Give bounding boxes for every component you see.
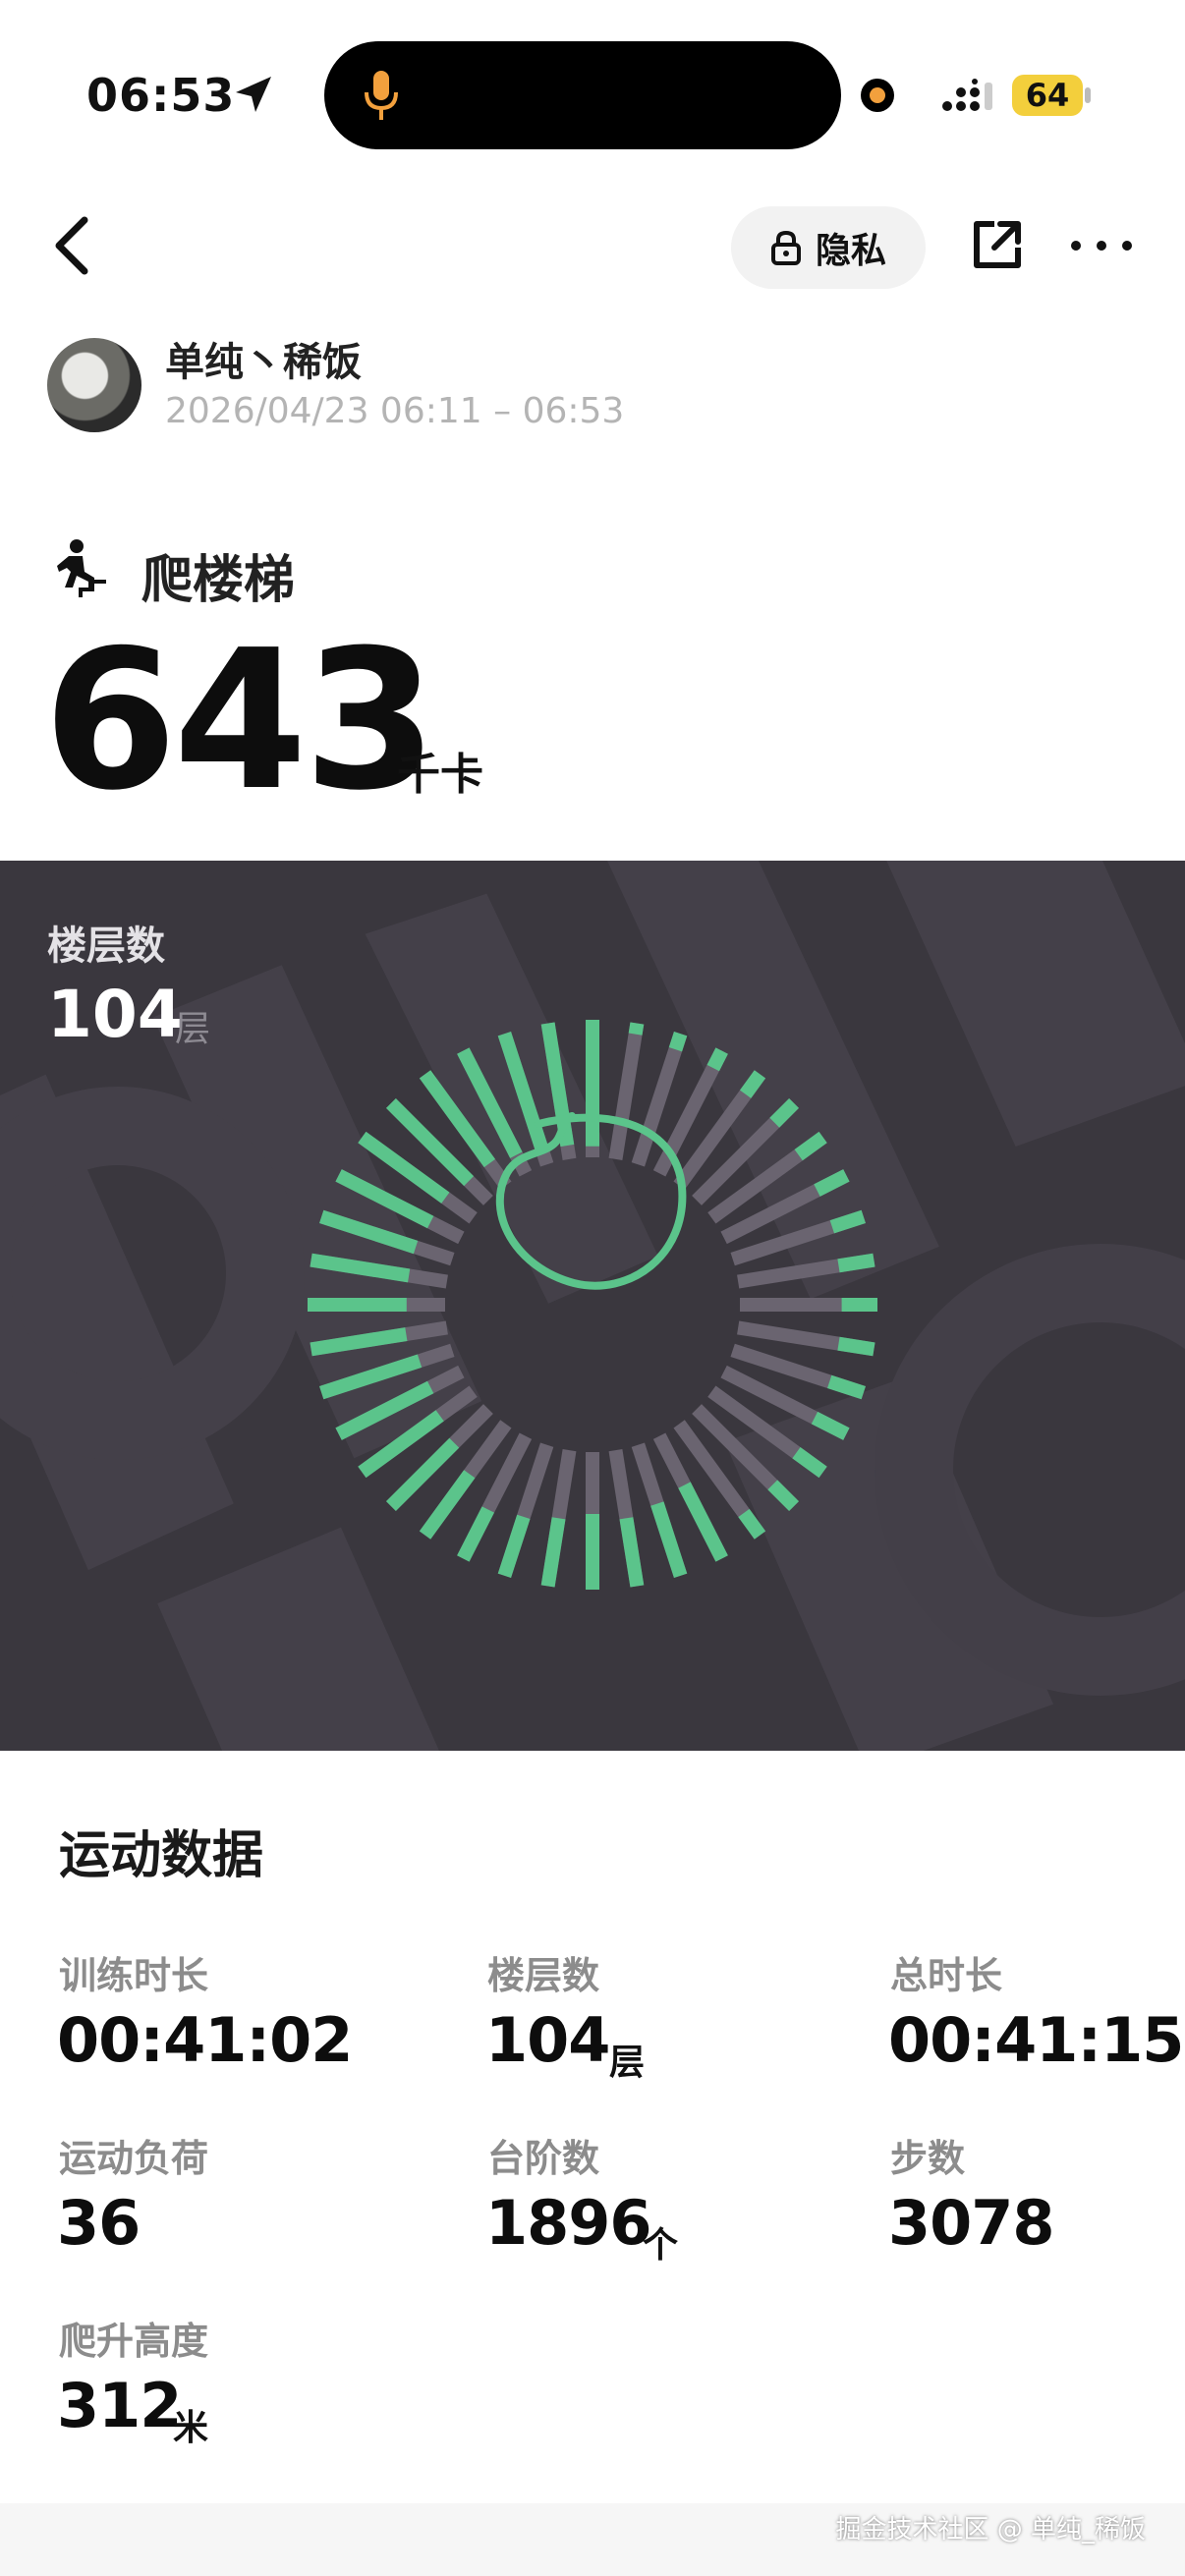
lock-icon xyxy=(770,230,801,265)
stat-label-training-load: 运动负荷 xyxy=(59,2137,209,2180)
stats-section-title: 运动数据 xyxy=(59,1826,264,1885)
ring-bar-fill xyxy=(668,1032,688,1052)
stat-value-training-duration: 00:41:02 xyxy=(57,2004,353,2076)
ring-bar-fill xyxy=(457,1506,495,1562)
stat-label-training-duration: 训练时长 xyxy=(59,1954,209,1997)
panel-floors-value: 104 xyxy=(47,977,183,1052)
calories-unit: 千卡 xyxy=(397,750,483,800)
stat-label-elevation-gain: 爬升高度 xyxy=(59,2320,209,2363)
stat-label-floors: 楼层数 xyxy=(487,1954,600,1997)
stat-label-total-duration: 总时长 xyxy=(890,1954,1003,1997)
battery-indicator: 64 xyxy=(1012,75,1083,116)
ring-bar-fill xyxy=(497,1514,531,1578)
watermark: 掘金技术社区 @ 单纯_稀饭 xyxy=(835,2515,1146,2545)
stat-value-step-count: 3078 xyxy=(888,2187,1055,2259)
microphone-icon xyxy=(365,71,398,120)
stat-unit-steps-climbed: 个 xyxy=(643,2225,679,2266)
stat-value-steps-climbed: 1896 xyxy=(485,2187,652,2259)
activity-name: 爬楼梯 xyxy=(141,551,296,610)
session-time-range: 2026/04/23 06:11 – 06:53 xyxy=(165,391,625,431)
stat-value-elevation-gain: 312 xyxy=(57,2370,182,2441)
dynamic-island xyxy=(324,41,841,149)
ring-bar-track xyxy=(608,1022,645,1160)
share-icon[interactable] xyxy=(971,218,1024,271)
user-name: 单纯丶稀饭 xyxy=(165,340,362,385)
ring-bar-fill xyxy=(706,1047,728,1072)
privacy-indicator-dot xyxy=(861,79,894,112)
more-icon[interactable] xyxy=(1071,238,1132,253)
stat-unit-floors: 层 xyxy=(609,2043,646,2083)
ring-bar-fill xyxy=(837,1253,875,1273)
panel-floors-label: 楼层数 xyxy=(47,924,165,969)
ring-bar-fill xyxy=(827,1374,866,1400)
privacy-label: 隐私 xyxy=(815,231,886,271)
signal-icon xyxy=(942,79,992,111)
back-arrow-icon[interactable] xyxy=(51,214,94,277)
ring-bar-fill xyxy=(829,1209,866,1234)
ring-bar-fill xyxy=(419,1470,476,1540)
privacy-button[interactable]: 隐私 xyxy=(731,206,926,289)
ring-bar-fill xyxy=(678,1482,728,1562)
status-time: 06:53 xyxy=(86,69,236,122)
ring-bar-fill xyxy=(837,1336,875,1357)
panel-floors-unit: 层 xyxy=(175,1009,211,1049)
stat-unit-elevation-gain: 米 xyxy=(173,2408,209,2448)
stat-value-total-duration: 00:41:15 xyxy=(888,2004,1184,2076)
stat-value-floors: 104 xyxy=(485,2004,610,2076)
ring-bar-fill xyxy=(628,1022,645,1036)
stat-value-training-load: 36 xyxy=(57,2187,141,2259)
ring-bar-fill xyxy=(619,1517,645,1588)
stat-label-steps-climbed: 台阶数 xyxy=(487,2137,600,2180)
avatar[interactable] xyxy=(47,338,141,432)
location-arrow-icon xyxy=(236,77,271,112)
calories-value: 643 xyxy=(43,609,437,833)
stat-label-step-count: 步数 xyxy=(890,2137,966,2180)
ring-bar-fill xyxy=(540,1517,566,1588)
stair-climb-icon xyxy=(57,539,106,597)
ring-bar-fill xyxy=(650,1501,688,1578)
battery-nub xyxy=(1085,87,1091,103)
